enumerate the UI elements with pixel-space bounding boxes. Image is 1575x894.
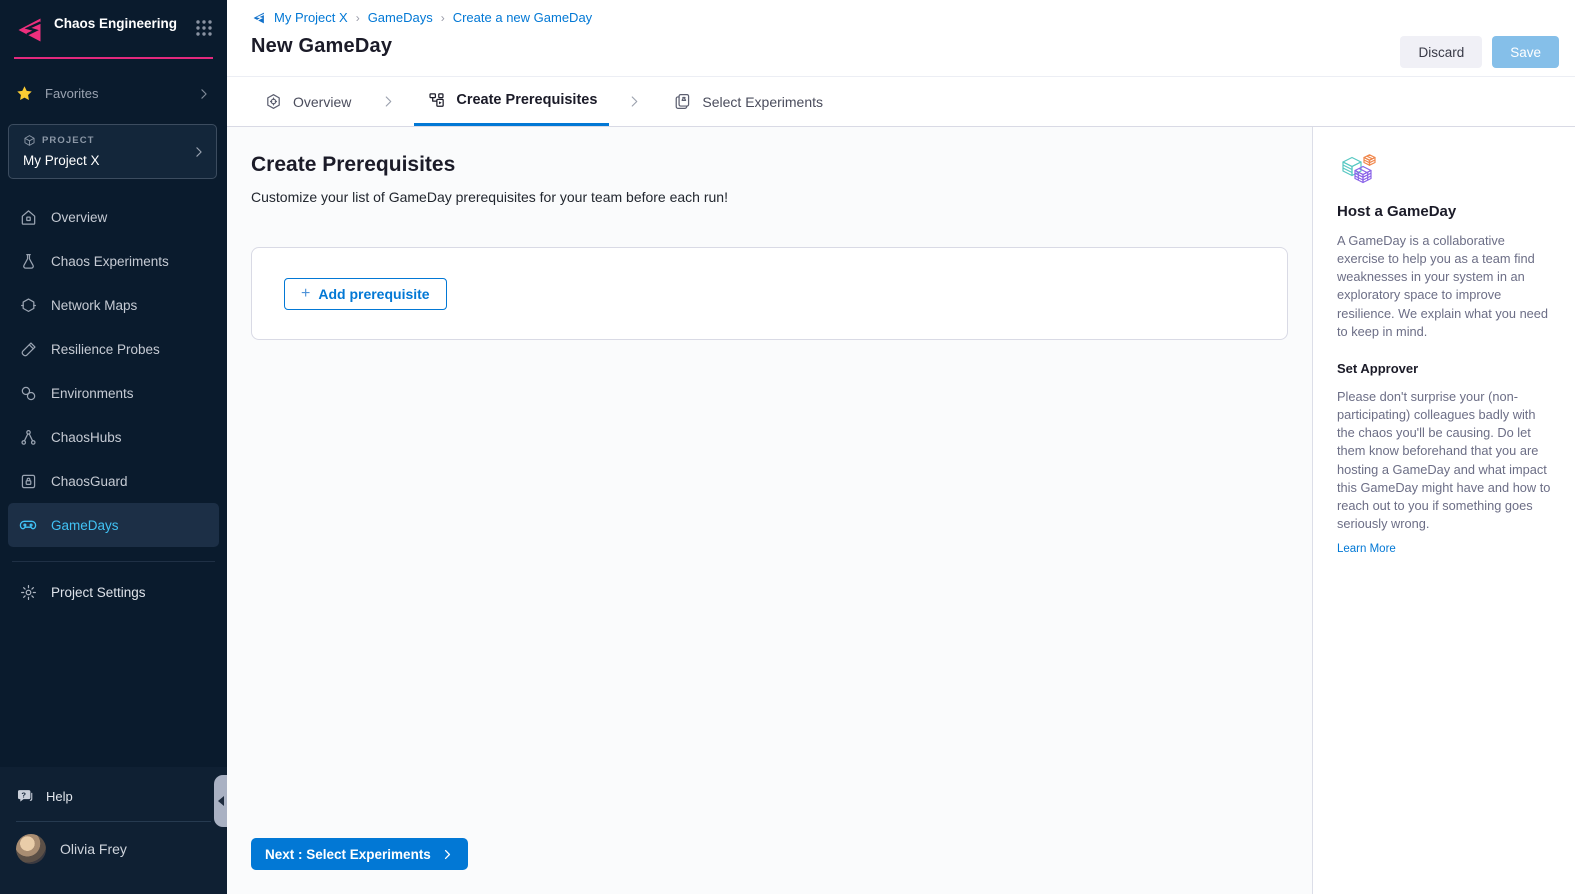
sidebar-item-label: ChaosGuard	[51, 474, 128, 489]
sidebar-item-label: Environments	[51, 386, 134, 401]
discard-button[interactable]: Discard	[1400, 36, 1482, 68]
stacked-experiments-icon	[672, 92, 692, 112]
next-button-label: Next : Select Experiments	[265, 847, 431, 862]
help-panel-intro: A GameDay is a collaborative exercise to…	[1337, 232, 1551, 341]
chaos-engineering-logo-icon	[14, 15, 44, 45]
user-name: Olivia Frey	[60, 841, 127, 857]
breadcrumb-link-gamedays[interactable]: GameDays	[368, 10, 433, 25]
sidebar-footer: ? Help Olivia Frey	[0, 767, 227, 894]
left-sidebar: Chaos Engineering Favorites	[0, 0, 227, 894]
project-name: My Project X	[23, 153, 204, 168]
sidebar-collapse-handle[interactable]	[214, 775, 227, 827]
sidebar-item-label: ChaosHubs	[51, 430, 122, 445]
sidebar-nav: Overview Chaos Experiments Network Maps	[0, 195, 227, 547]
flowchart-icon	[426, 90, 446, 110]
tab-create-prerequisites[interactable]: Create Prerequisites	[414, 77, 609, 126]
page-header: My Project X › GameDays › Create a new G…	[227, 0, 1575, 77]
app-grid-icon[interactable]	[195, 19, 213, 37]
sidebar-item-chaoshubs[interactable]: ChaosHubs	[0, 415, 227, 459]
tab-label: Select Experiments	[702, 94, 823, 110]
wizard-stepper: Overview Create Prerequisites	[227, 77, 1575, 127]
sidebar-item-label: GameDays	[51, 518, 119, 533]
sidebar-item-label: Overview	[51, 210, 107, 225]
sidebar-item-resilience-probes[interactable]: Resilience Probes	[0, 327, 227, 371]
harness-breadcrumb-icon	[251, 11, 266, 25]
breadcrumb-separator: ›	[356, 11, 360, 25]
help-panel-section-title: Set Approver	[1337, 361, 1551, 376]
tab-label: Create Prerequisites	[456, 92, 597, 108]
sidebar-item-overview[interactable]: Overview	[0, 195, 227, 239]
chevron-right-icon	[197, 87, 211, 101]
hexagon-gear-icon	[263, 92, 283, 112]
help-label: Help	[46, 789, 73, 804]
sidebar-item-chaosguard[interactable]: ChaosGuard	[0, 459, 227, 503]
help-panel-section-body: Please don't surprise your (non-particip…	[1337, 388, 1551, 533]
breadcrumb: My Project X › GameDays › Create a new G…	[251, 10, 1559, 25]
plus-icon: +	[301, 286, 310, 302]
sidebar-item-label: Network Maps	[51, 298, 137, 313]
home-icon	[18, 207, 38, 227]
breadcrumb-link-current[interactable]: Create a new GameDay	[453, 10, 592, 25]
lock-shield-icon	[18, 471, 38, 491]
chevron-right-icon	[192, 145, 206, 159]
sidebar-item-label: Resilience Probes	[51, 342, 160, 357]
project-kicker: PROJECT	[42, 135, 95, 146]
sidebar-item-chaos-experiments[interactable]: Chaos Experiments	[0, 239, 227, 283]
help-panel-title: Host a GameDay	[1337, 203, 1551, 220]
next-select-experiments-button[interactable]: Next : Select Experiments	[251, 838, 468, 870]
chevron-right-icon	[441, 848, 454, 861]
avatar	[16, 834, 46, 864]
step-separator-icon	[609, 77, 660, 126]
page-title: New GameDay	[251, 35, 1559, 58]
sidebar-item-gamedays[interactable]: GameDays	[8, 503, 219, 547]
save-button[interactable]: Save	[1492, 36, 1559, 68]
tab-overview[interactable]: Overview	[251, 77, 363, 126]
main-content: Create Prerequisites Customize your list…	[227, 127, 1312, 894]
network-nodes-icon	[18, 427, 38, 447]
user-profile[interactable]: Olivia Frey	[0, 822, 227, 864]
project-selector[interactable]: PROJECT My Project X	[8, 124, 217, 179]
step-separator-icon	[363, 77, 414, 126]
sidebar-item-label: Chaos Experiments	[51, 254, 169, 269]
tab-select-experiments[interactable]: Select Experiments	[660, 77, 835, 126]
main-column: My Project X › GameDays › Create a new G…	[227, 0, 1575, 894]
help-button[interactable]: ? Help	[0, 767, 227, 805]
favorites-label: Favorites	[45, 86, 185, 101]
flask-icon	[18, 251, 38, 271]
add-prerequisite-button[interactable]: + Add prerequisite	[284, 278, 447, 310]
header-actions: Discard Save	[1400, 36, 1559, 68]
svg-text:?: ?	[21, 790, 26, 799]
help-panel: Host a GameDay A GameDay is a collaborat…	[1312, 127, 1575, 894]
sidebar-divider	[12, 561, 215, 562]
add-prerequisite-label: Add prerequisite	[318, 286, 429, 302]
test-tube-icon	[18, 339, 38, 359]
cubes-cluster-icon	[1337, 149, 1551, 187]
breadcrumb-link-project[interactable]: My Project X	[274, 10, 348, 25]
learn-more-link[interactable]: Learn More	[1337, 543, 1396, 555]
hexagon-icon	[18, 295, 38, 315]
content-subheading: Customize your list of GameDay prerequis…	[251, 189, 1288, 205]
content-row: Create Prerequisites Customize your list…	[227, 127, 1575, 894]
environments-icon	[18, 383, 38, 403]
help-chat-icon: ?	[16, 787, 34, 805]
sidebar-item-network-maps[interactable]: Network Maps	[0, 283, 227, 327]
breadcrumb-separator: ›	[441, 11, 445, 25]
prerequisites-card: + Add prerequisite	[251, 247, 1288, 340]
star-icon	[16, 85, 33, 102]
sidebar-item-environments[interactable]: Environments	[0, 371, 227, 415]
brand-title: Chaos Engineering	[54, 14, 195, 32]
tab-label: Overview	[293, 94, 351, 110]
chevron-left-icon	[218, 796, 224, 806]
app-root: Chaos Engineering Favorites	[0, 0, 1575, 894]
brand-accent-divider	[14, 57, 213, 59]
cube-icon	[23, 134, 36, 147]
sidebar-item-favorites[interactable]: Favorites	[16, 85, 211, 102]
brand-header: Chaos Engineering	[0, 0, 227, 45]
content-heading: Create Prerequisites	[251, 153, 1288, 177]
project-settings-label: Project Settings	[51, 585, 146, 600]
gamepad-icon	[18, 515, 38, 535]
sidebar-item-project-settings[interactable]: Project Settings	[0, 570, 227, 614]
gear-icon	[18, 582, 38, 602]
